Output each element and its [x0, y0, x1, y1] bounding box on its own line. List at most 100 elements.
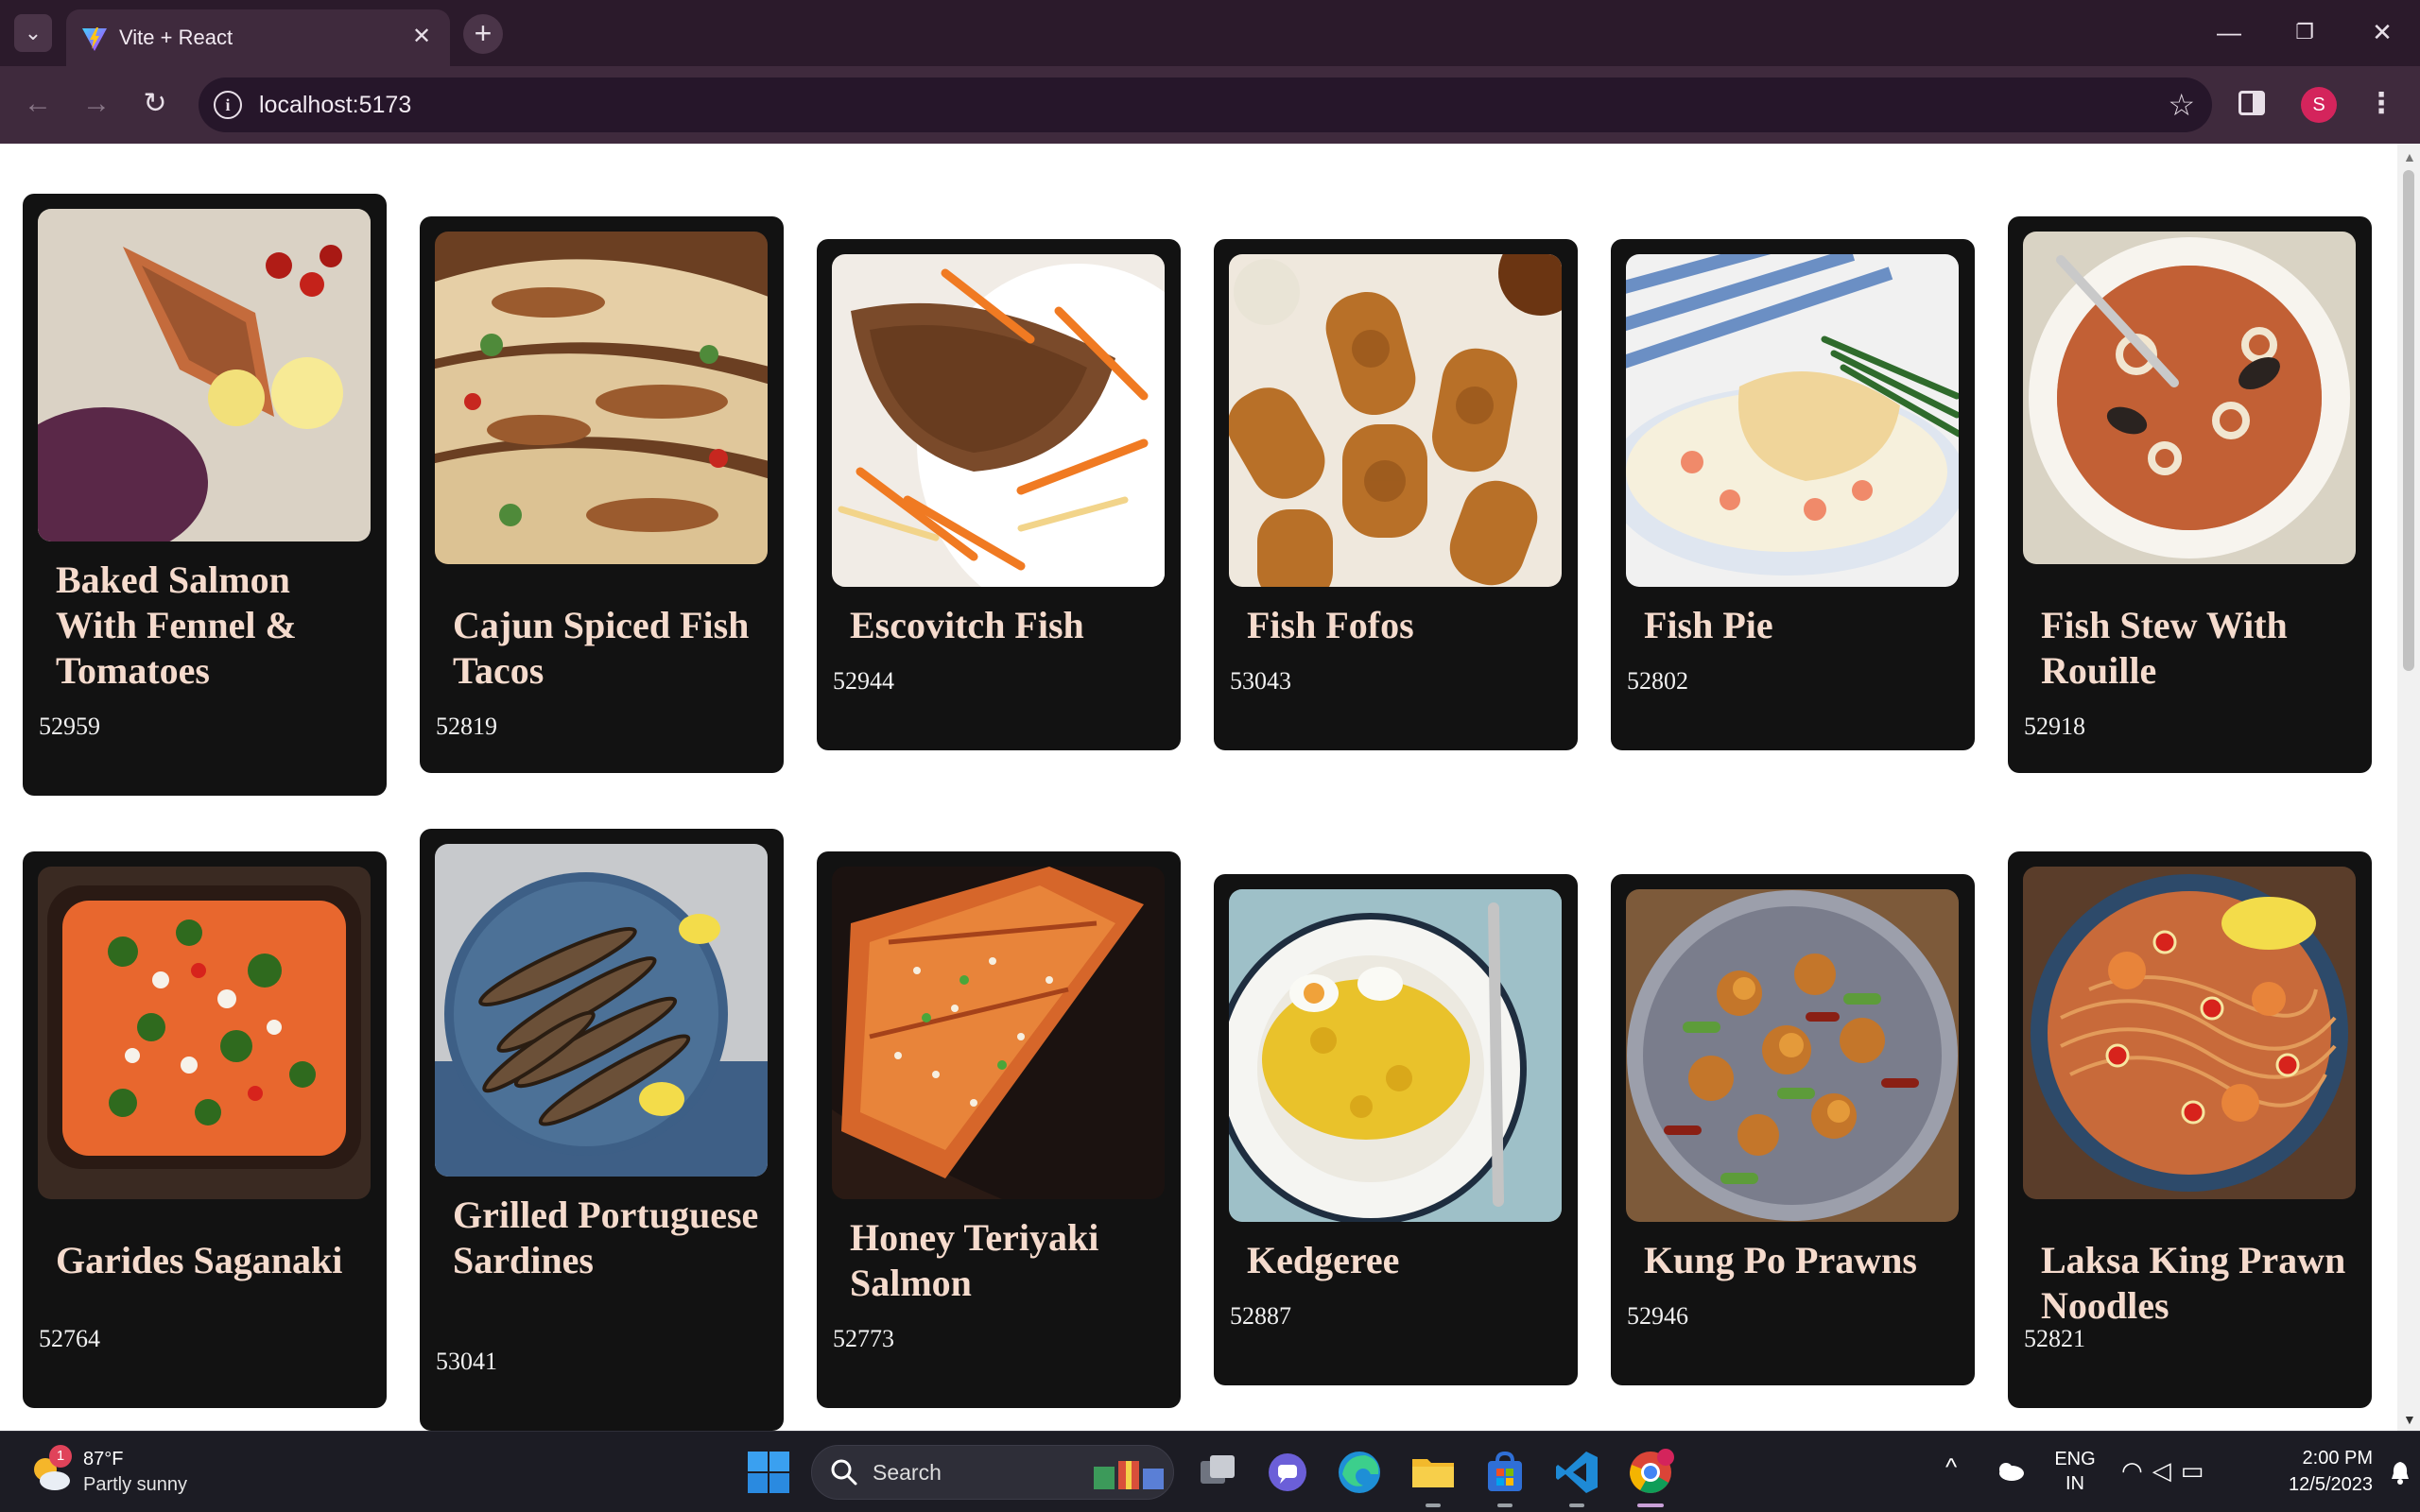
running-indicator: [1637, 1503, 1664, 1507]
input-language[interactable]: ENG IN: [2053, 1447, 2097, 1496]
forward-arrow-icon[interactable]: →: [76, 83, 117, 125]
scrollbar-thumb[interactable]: [2403, 170, 2414, 671]
recipe-card[interactable]: Cajun Spiced Fish Tacos 52819: [420, 216, 784, 773]
recipe-id: 52819: [436, 713, 497, 740]
weather-badge: 1: [49, 1445, 72, 1468]
recipe-image: [435, 844, 768, 1177]
address-bar-url[interactable]: localhost:5173: [259, 90, 411, 120]
recipe-title: Fish Stew With Rouille: [2041, 604, 2288, 692]
recipe-id: 52802: [1627, 667, 1688, 695]
tab-close-icon[interactable]: ✕: [406, 22, 437, 52]
edge-browser-icon[interactable]: [1335, 1448, 1384, 1497]
recipe-card[interactable]: Fish Pie 52802: [1611, 239, 1975, 750]
recipe-title: Honey Teriyaki Salmon: [850, 1216, 1099, 1304]
browser-tab-active[interactable]: Vite + React ✕: [66, 9, 450, 66]
recipe-id: 52764: [39, 1325, 100, 1352]
recipe-image: [832, 867, 1165, 1199]
recipe-image: [38, 867, 371, 1199]
recipe-id: 52944: [833, 667, 894, 695]
window-close-button[interactable]: ✕: [2354, 13, 2411, 51]
recipe-image: [38, 209, 371, 541]
system-tray-icons[interactable]: ◠◁▭: [2121, 1456, 2213, 1486]
onedrive-cloud-icon[interactable]: [1995, 1458, 2025, 1483]
show-hidden-icons-chevron-icon[interactable]: ^: [1945, 1452, 1957, 1482]
recipe-image: [1626, 889, 1959, 1222]
system-clock[interactable]: 2:00 PM 12/5/2023: [2250, 1445, 2373, 1498]
browser-tab-strip: ⌄ Vite + React ✕ + — ❐ ✕: [0, 0, 2420, 66]
search-label: Search: [873, 1460, 942, 1485]
weather-widget[interactable]: 1 87°F Partly sunny: [28, 1445, 274, 1502]
address-bar[interactable]: i localhost:5173 ☆: [199, 77, 2212, 132]
volume-icon[interactable]: ◁: [2152, 1456, 2181, 1485]
teams-chat-icon[interactable]: [1263, 1448, 1312, 1497]
chrome-icon[interactable]: [1626, 1448, 1675, 1497]
recipe-title: Kedgeree: [1247, 1239, 1400, 1281]
recipe-card[interactable]: Escovitch Fish 52944: [817, 239, 1181, 750]
recipe-image: [1626, 254, 1959, 587]
recipe-card[interactable]: Grilled Portuguese Sardines 53041: [420, 829, 784, 1431]
scroll-down-arrow-icon[interactable]: ▼: [2403, 1412, 2416, 1427]
taskbar-search-box[interactable]: Search: [811, 1445, 1174, 1500]
recipe-card[interactable]: Fish Fofos 53043: [1214, 239, 1578, 750]
gift-icon: [1094, 1461, 1164, 1489]
tab-title: Vite + React: [119, 26, 233, 49]
recipe-id: 53041: [436, 1348, 497, 1375]
tab-search-button[interactable]: ⌄: [14, 14, 52, 52]
task-view-icon[interactable]: [1193, 1448, 1242, 1497]
recipe-title: Escovitch Fish: [850, 604, 1084, 646]
windows-taskbar: 1 87°F Partly sunny Search ^ ENG IN ◠◁▭ …: [0, 1431, 2420, 1512]
recipe-card[interactable]: Kung Po Prawns 52946: [1611, 874, 1975, 1385]
recipe-card[interactable]: Kedgeree 52887: [1214, 874, 1578, 1385]
scroll-up-arrow-icon[interactable]: ▲: [2403, 149, 2416, 164]
weather-description: Partly sunny: [83, 1474, 188, 1495]
language-code: ENG: [2054, 1449, 2096, 1469]
chevron-down-icon: ⌄: [24, 21, 43, 44]
profile-avatar[interactable]: S: [2301, 87, 2337, 123]
running-indicator: [1569, 1503, 1584, 1507]
vscode-icon[interactable]: [1552, 1448, 1601, 1497]
recipe-title: Baked Salmon With Fennel & Tomatoes: [56, 558, 297, 692]
recipe-image: [1229, 254, 1562, 587]
vite-logo-icon: [82, 27, 107, 51]
page-viewport: Baked Salmon With Fennel & Tomatoes 5295…: [0, 144, 2397, 1431]
recipe-image: [2023, 867, 2356, 1199]
recipe-id: 52821: [2024, 1325, 2085, 1352]
recipe-card[interactable]: Honey Teriyaki Salmon 52773: [817, 851, 1181, 1408]
back-arrow-icon[interactable]: ←: [17, 83, 59, 125]
recipe-card[interactable]: Baked Salmon With Fennel & Tomatoes 5295…: [23, 194, 387, 796]
reload-icon[interactable]: ↻: [134, 83, 176, 125]
notification-bell-icon[interactable]: [2390, 1460, 2411, 1485]
wifi-icon[interactable]: ◠: [2121, 1456, 2152, 1485]
new-tab-button[interactable]: +: [463, 14, 503, 54]
recipe-image: [2023, 232, 2356, 564]
recipe-image: [832, 254, 1165, 587]
recipe-id: 52887: [1230, 1302, 1291, 1330]
site-info-icon[interactable]: i: [214, 91, 242, 119]
file-explorer-icon[interactable]: [1409, 1448, 1458, 1497]
window-restore-button[interactable]: ❐: [2276, 13, 2333, 51]
recipe-title: Fish Pie: [1644, 604, 1773, 646]
clock-time: 2:00 PM: [2302, 1448, 2373, 1469]
recipe-title: Laksa King Prawn Noodles: [2041, 1239, 2346, 1327]
recipe-card[interactable]: Fish Stew With Rouille 52918: [2008, 216, 2372, 773]
windows-start-icon[interactable]: [747, 1451, 790, 1494]
recipe-card[interactable]: Laksa King Prawn Noodles 52821: [2008, 851, 2372, 1408]
search-icon: [831, 1459, 857, 1486]
recipe-card[interactable]: Garides Saganaki 52764: [23, 851, 387, 1408]
browser-menu-icon[interactable]: ⋮: [2367, 83, 2395, 125]
side-panel-icon[interactable]: [2238, 91, 2265, 115]
recipe-title: Garides Saganaki: [56, 1239, 343, 1281]
running-indicator: [1497, 1503, 1512, 1507]
recipe-title: Cajun Spiced Fish Tacos: [453, 604, 750, 692]
window-minimize-button[interactable]: —: [2201, 13, 2257, 51]
battery-icon[interactable]: ▭: [2181, 1456, 2214, 1485]
recipe-image: [435, 232, 768, 564]
page-scrollbar[interactable]: ▲ ▼: [2397, 144, 2420, 1431]
weather-temp: 87°F: [83, 1449, 124, 1469]
microsoft-store-icon[interactable]: [1480, 1448, 1530, 1497]
recipe-id: 52959: [39, 713, 100, 740]
recipe-id: 52918: [2024, 713, 2085, 740]
recipe-title: Fish Fofos: [1247, 604, 1414, 646]
recipe-image: [1229, 889, 1562, 1222]
bookmark-star-icon[interactable]: ☆: [2168, 87, 2195, 123]
